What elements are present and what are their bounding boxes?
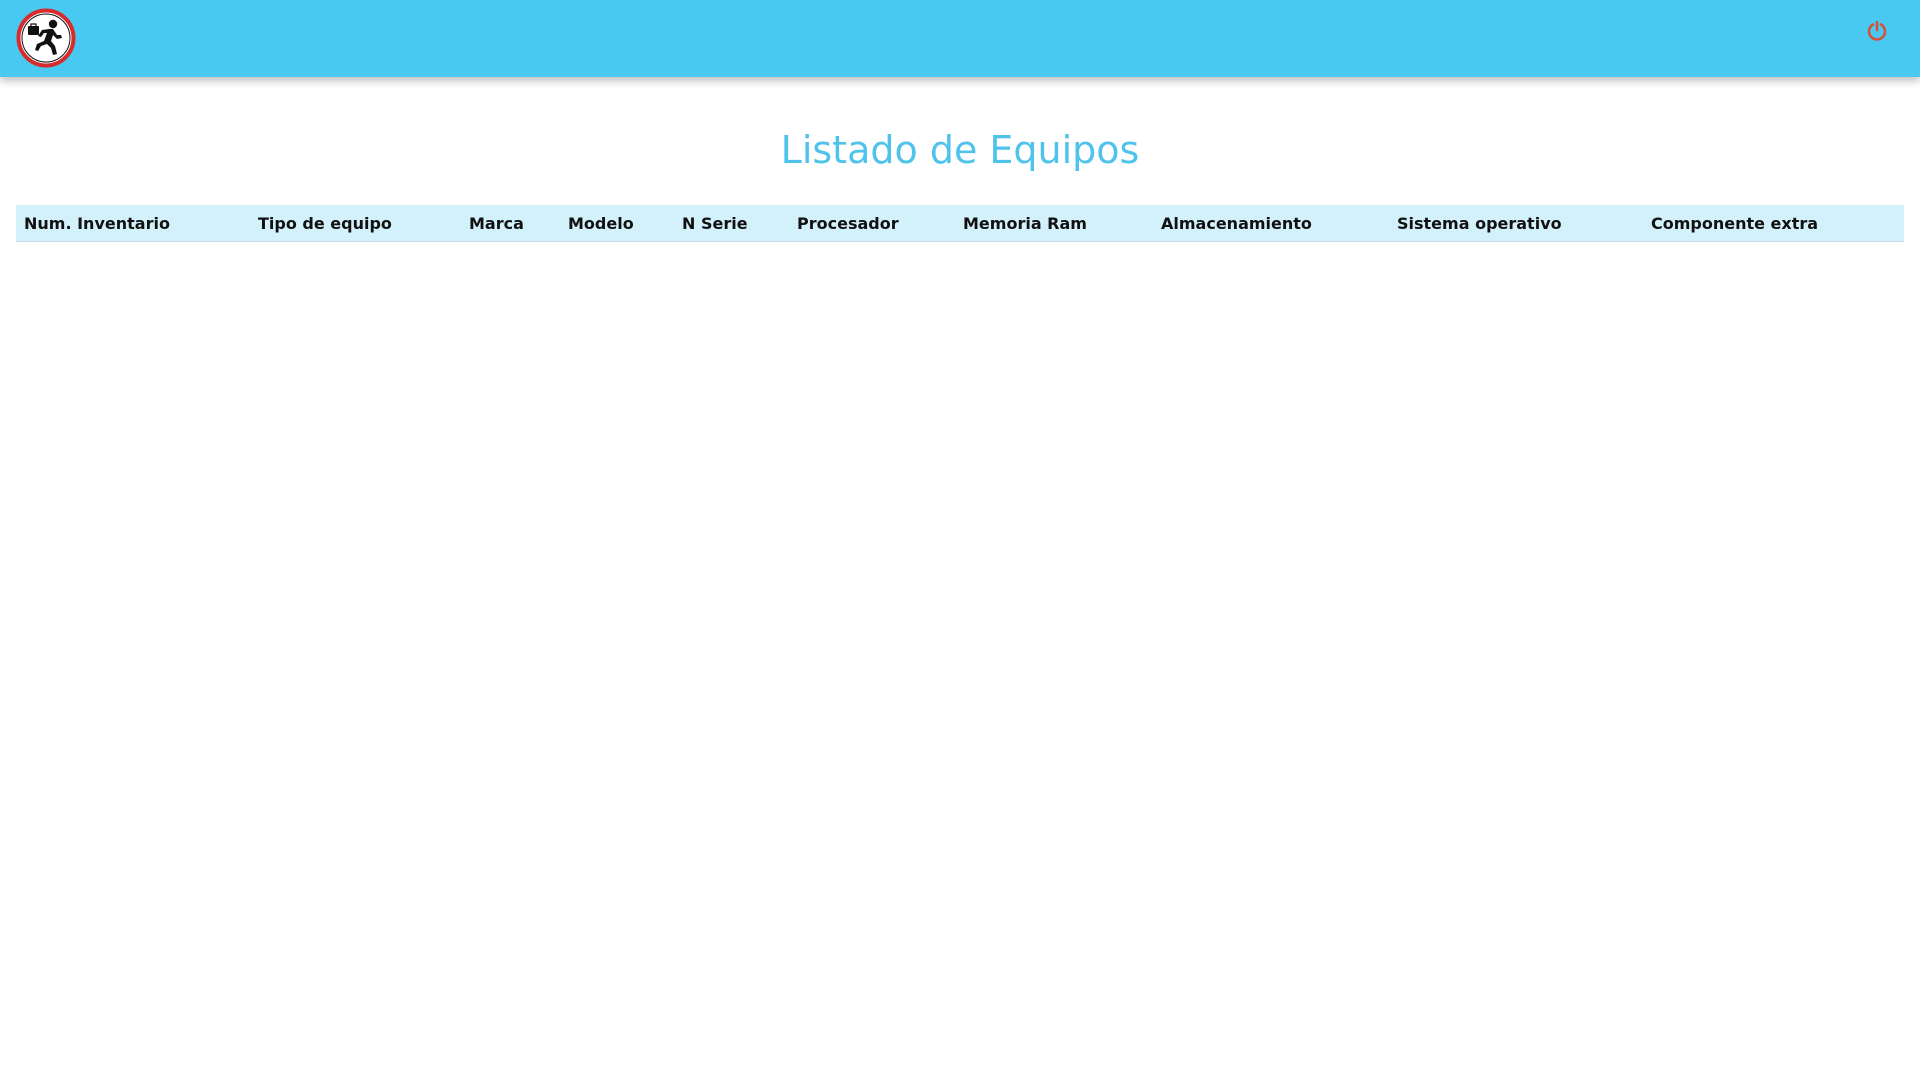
column-header-componente-extra[interactable]: Componente extra bbox=[1643, 205, 1904, 242]
column-header-tipo-equipo[interactable]: Tipo de equipo bbox=[250, 205, 461, 242]
top-navbar bbox=[0, 0, 1920, 77]
column-header-procesador[interactable]: Procesador bbox=[789, 205, 955, 242]
column-header-sistema-operativo[interactable]: Sistema operativo bbox=[1389, 205, 1643, 242]
running-person-logo-icon[interactable] bbox=[16, 8, 76, 68]
table-header-row: Num. Inventario Tipo de equipo Marca Mod… bbox=[16, 205, 1904, 242]
column-header-memoria-ram[interactable]: Memoria Ram bbox=[955, 205, 1153, 242]
column-header-n-serie[interactable]: N Serie bbox=[674, 205, 789, 242]
power-icon[interactable] bbox=[1866, 20, 1888, 42]
page-title: Listado de Equipos bbox=[780, 128, 1140, 172]
equipment-table: Num. Inventario Tipo de equipo Marca Mod… bbox=[16, 205, 1904, 242]
column-header-num-inventario[interactable]: Num. Inventario bbox=[16, 205, 250, 242]
column-header-marca[interactable]: Marca bbox=[461, 205, 560, 242]
column-header-modelo[interactable]: Modelo bbox=[560, 205, 674, 242]
column-header-almacenamiento[interactable]: Almacenamiento bbox=[1153, 205, 1389, 242]
